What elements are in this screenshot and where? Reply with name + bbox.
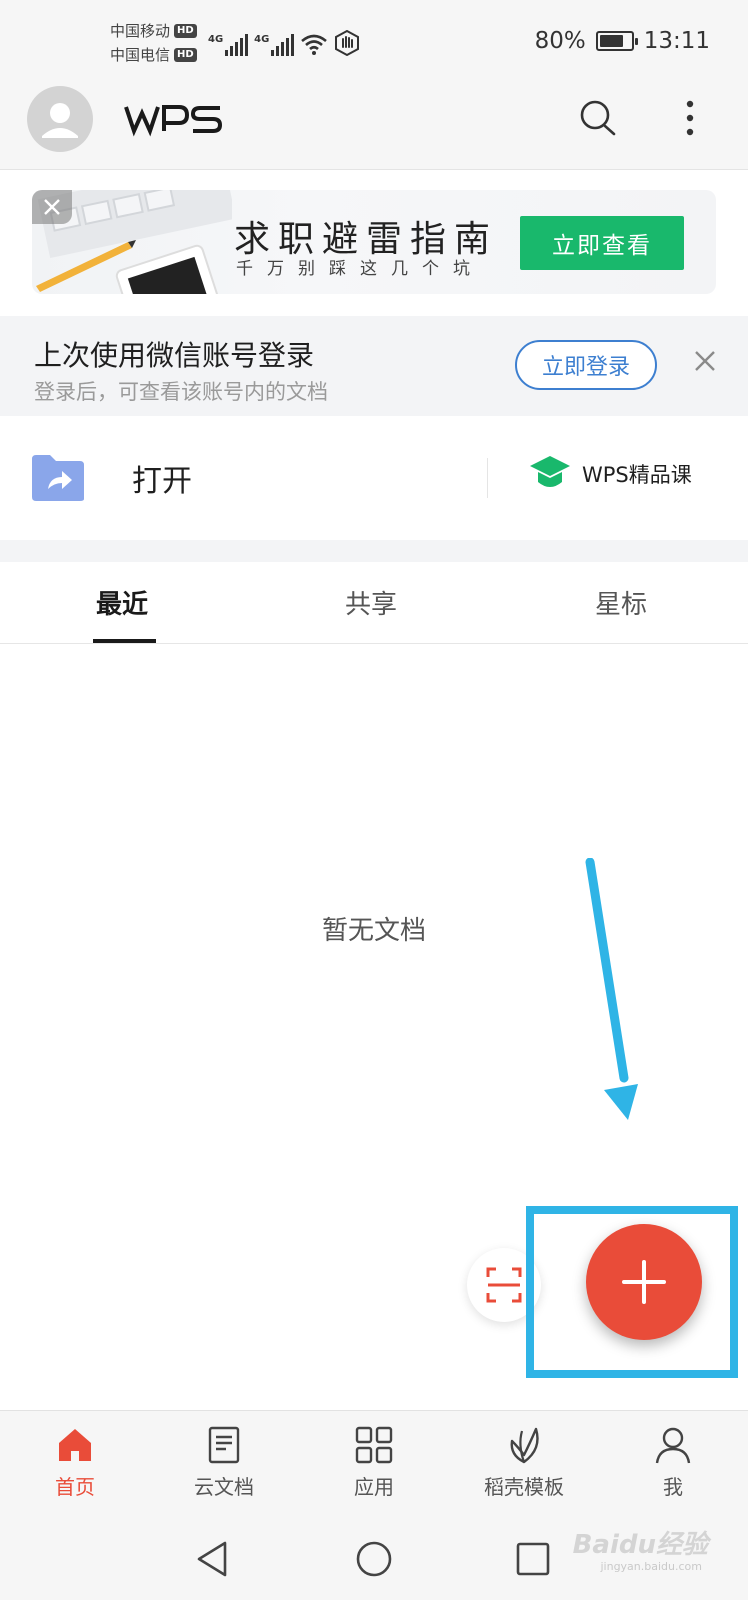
tab-shared[interactable]: 共享 [345, 584, 397, 621]
system-back-button[interactable] [188, 1534, 238, 1584]
user-avatar-icon [42, 103, 78, 138]
recents-square-icon [516, 1542, 550, 1576]
create-new-button[interactable] [586, 1224, 702, 1340]
graduation-cap-icon [530, 456, 570, 487]
user-icon [655, 1427, 691, 1464]
scan-icon [486, 1267, 522, 1303]
battery-icon [595, 31, 638, 51]
avatar[interactable] [27, 86, 93, 152]
hand-icon [335, 30, 360, 56]
bottom-navigation: 首页 云文档 应用 稻壳模板 我 [0, 1410, 748, 1516]
home-circle-icon [356, 1541, 392, 1577]
nav-templates-label: 稻壳模板 [484, 1475, 564, 1499]
back-triangle-icon [197, 1541, 227, 1577]
system-home-button[interactable] [349, 1534, 399, 1584]
actions-divider [487, 458, 488, 498]
search-icon [580, 100, 616, 136]
plus-icon [622, 1260, 666, 1304]
document-tabs: 最近 共享 星标 [0, 562, 748, 644]
nav-me[interactable]: 我 [613, 1425, 733, 1500]
close-icon [695, 351, 715, 371]
login-button[interactable]: 立即登录 [515, 340, 657, 390]
quick-actions: 打开 WPS精品课 [0, 416, 748, 540]
wps-course-button[interactable]: WPS精品课 [528, 454, 692, 494]
battery-percent: 80% [534, 28, 586, 54]
open-file-label: 打开 [132, 464, 192, 499]
app-header [0, 82, 748, 170]
section-separator [0, 540, 748, 562]
hd-badge: HD [174, 47, 197, 62]
wifi-icon [301, 34, 328, 55]
tab-starred[interactable]: 星标 [595, 584, 647, 621]
nav-home-label: 首页 [55, 1475, 95, 1499]
open-file-button[interactable]: 打开 [30, 436, 450, 520]
carrier-1: 中国移动 HD [110, 20, 197, 41]
status-bar: 中国移动 HD 中国电信 HD 4G 4G 80% 13:11 [0, 0, 748, 82]
nav-home[interactable]: 首页 [15, 1425, 135, 1500]
signal-icon: 4G [208, 34, 249, 56]
home-icon [59, 1429, 91, 1461]
status-right: 80% 13:11 [535, 28, 710, 54]
nav-me-label: 我 [663, 1475, 683, 1499]
signal-icons: 4G 4G [208, 28, 360, 56]
tab-recent[interactable]: 最近 [96, 584, 148, 621]
apps-grid-icon [355, 1426, 393, 1464]
nav-cloud-docs[interactable]: 云文档 [164, 1425, 284, 1500]
carrier-1-name: 中国移动 [110, 22, 171, 40]
watermark-url: jingyan.baidu.com [600, 1560, 702, 1573]
carrier-2-name: 中国电信 [110, 46, 171, 64]
leaf-icon [510, 1427, 539, 1464]
banner-cta-button[interactable]: 立即查看 [520, 216, 684, 270]
signal-icon: 4G [254, 34, 295, 56]
nav-templates[interactable]: 稻壳模板 [464, 1425, 584, 1500]
banner-subtitle: 千万别踩这几个坑 [236, 259, 484, 279]
clock: 13:11 [643, 28, 710, 54]
login-prompt: 上次使用微信账号登录 登录后，可查看该账号内的文档 立即登录 [0, 316, 748, 416]
system-recents-button[interactable] [508, 1534, 558, 1584]
folder-share-icon [32, 455, 84, 501]
login-prompt-title: 上次使用微信账号登录 [34, 339, 315, 372]
login-prompt-close-button[interactable] [690, 346, 720, 376]
promo-banner[interactable]: 求职避雷指南 千万别踩这几个坑 立即查看 [32, 190, 716, 294]
search-button[interactable] [576, 96, 620, 140]
close-icon [44, 199, 60, 215]
nav-apps-label: 应用 [354, 1475, 394, 1499]
nav-apps[interactable]: 应用 [314, 1425, 434, 1500]
more-vertical-icon [686, 100, 694, 136]
watermark: Baidu经验 [572, 1530, 708, 1560]
banner-close-button[interactable] [32, 190, 72, 224]
active-tab-indicator [93, 639, 156, 643]
login-prompt-subtitle: 登录后，可查看该账号内的文档 [34, 380, 328, 404]
network-type: 4G [208, 34, 224, 45]
network-type: 4G [254, 34, 270, 45]
wps-logo [124, 105, 223, 137]
hd-badge: HD [174, 23, 197, 38]
carrier-2: 中国电信 HD [110, 44, 197, 65]
annotation-arrow [585, 858, 638, 1120]
cloud-doc-icon [208, 1426, 240, 1464]
more-button[interactable] [668, 96, 712, 140]
nav-cloud-docs-label: 云文档 [194, 1475, 254, 1499]
wps-course-label: WPS精品课 [582, 463, 692, 487]
